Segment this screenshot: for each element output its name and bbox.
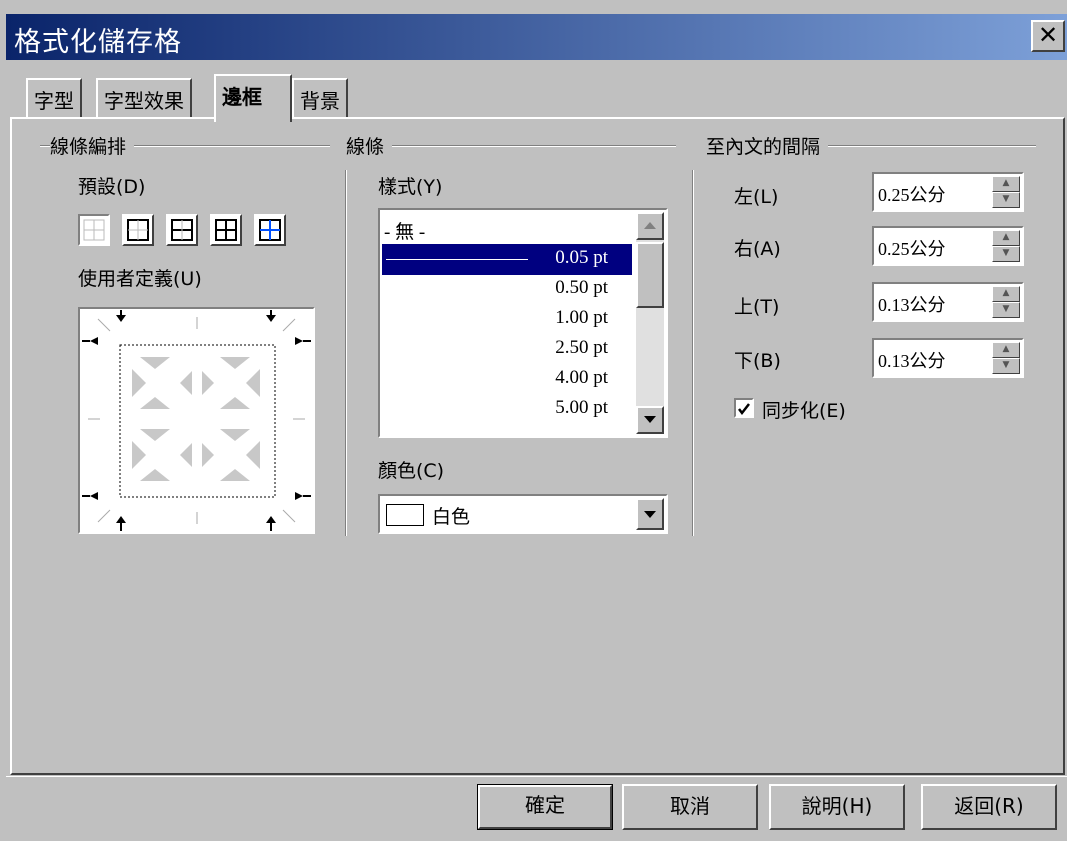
right-decrement[interactable]: ▼ xyxy=(992,246,1020,262)
scroll-up-button[interactable] xyxy=(636,212,664,240)
right-vertical-divider xyxy=(692,170,694,536)
reset-button[interactable]: 返回(R) xyxy=(921,784,1057,830)
line-style-0-05[interactable]: 0.05 pt xyxy=(382,244,632,275)
bottom-spacing-stepper[interactable]: ▲ ▼ xyxy=(992,342,1020,374)
cancel-button[interactable]: 取消 xyxy=(622,784,758,830)
border-preview-canvas xyxy=(82,310,311,531)
scroll-down-icon xyxy=(644,416,656,423)
default-label: 預設(D) xyxy=(78,176,146,198)
line-style-4-00-label: 4.00 pt xyxy=(555,367,608,388)
close-icon: ✕ xyxy=(1037,21,1059,49)
color-swatch xyxy=(386,504,424,526)
tab-font[interactable]: 字型 xyxy=(26,78,82,118)
help-button-label: 說明(H) xyxy=(801,794,873,818)
sync-checkbox[interactable] xyxy=(734,398,754,418)
left-increment[interactable]: ▲ xyxy=(992,176,1020,192)
cancel-button-label: 取消 xyxy=(670,794,710,818)
format-cells-dialog: 格式化儲存格 ✕ 字型 字型效果 邊框 背景 線條編排 預設(D) 使用者定義(… xyxy=(0,0,1067,841)
line-style-5-00-label: 5.00 pt xyxy=(555,397,608,418)
left-label: 左(L) xyxy=(734,186,779,208)
bottom-divider xyxy=(6,776,1067,777)
close-button[interactable]: ✕ xyxy=(1031,20,1065,52)
top-spacing-field[interactable]: 0.13公分 ▲ ▼ xyxy=(872,282,1024,322)
outer-only-inner-icon xyxy=(259,219,281,241)
line-style-4-00[interactable]: 4.00 pt xyxy=(382,364,632,395)
chevron-down-icon xyxy=(644,511,656,518)
scroll-up-icon xyxy=(644,222,656,229)
title-bar[interactable]: 格式化儲存格 ✕ xyxy=(6,14,1067,60)
line-style-none-label: - 無 - xyxy=(384,222,426,243)
line-style-scrollbar[interactable] xyxy=(636,212,664,434)
color-dropdown-button[interactable] xyxy=(636,498,664,530)
top-decrement[interactable]: ▼ xyxy=(992,302,1020,318)
color-label: 顏色(C) xyxy=(378,460,445,482)
spacing-title: 至內文的間隔 xyxy=(706,132,829,159)
checkmark-icon xyxy=(738,403,750,416)
line-style-0-50[interactable]: 0.50 pt xyxy=(382,274,632,305)
border-preview[interactable] xyxy=(78,307,315,534)
color-dropdown[interactable]: 白色 xyxy=(378,494,668,534)
right-spacing-stepper[interactable]: ▲ ▼ xyxy=(992,230,1020,262)
right-increment[interactable]: ▲ xyxy=(992,230,1020,246)
bottom-label: 下(B) xyxy=(734,350,781,372)
bottom-spacing-value[interactable]: 0.13公分 xyxy=(878,347,946,373)
tab-borders-label: 邊框 xyxy=(222,85,262,109)
tab-font-label: 字型 xyxy=(34,89,74,113)
left-decrement[interactable]: ▼ xyxy=(992,192,1020,208)
tab-font-effects[interactable]: 字型效果 xyxy=(96,78,192,118)
line-style-2-50-label: 2.50 pt xyxy=(555,337,608,358)
no-border-icon xyxy=(83,219,105,241)
line-style-2-50[interactable]: 2.50 pt xyxy=(382,334,632,365)
top-spacing-stepper[interactable]: ▲ ▼ xyxy=(992,286,1020,318)
ok-button-label: 確定 xyxy=(525,793,565,817)
help-button[interactable]: 說明(H) xyxy=(769,784,905,830)
top-label: 上(T) xyxy=(734,296,780,318)
tab-borders[interactable]: 邊框 xyxy=(214,74,292,122)
line-style-1-00-label: 1.00 pt xyxy=(555,307,608,328)
tab-background[interactable]: 背景 xyxy=(292,78,348,118)
line-style-5-00[interactable]: 5.00 pt xyxy=(382,394,632,425)
reset-button-label: 返回(R) xyxy=(954,794,1024,818)
line-style-0-05-label: 0.05 pt xyxy=(555,247,608,268)
preset-outer-only-inner[interactable] xyxy=(254,214,286,246)
scroll-down-button[interactable] xyxy=(636,406,664,434)
tab-font-effects-label: 字型效果 xyxy=(104,89,184,113)
bottom-decrement[interactable]: ▼ xyxy=(992,358,1020,374)
sync-label[interactable]: 同步化(E) xyxy=(762,396,846,423)
bottom-spacing-field[interactable]: 0.13公分 ▲ ▼ xyxy=(872,338,1024,378)
line-style-list[interactable]: - 無 - 0.05 pt 0.50 pt 1.00 pt 2.50 pt 4.… xyxy=(378,208,668,438)
ok-button[interactable]: 確定 xyxy=(477,784,613,830)
left-spacing-stepper[interactable]: ▲ ▼ xyxy=(992,176,1020,208)
tab-background-label: 背景 xyxy=(300,89,340,113)
preset-outer-horizontal[interactable] xyxy=(166,214,198,246)
right-spacing-field[interactable]: 0.25公分 ▲ ▼ xyxy=(872,226,1024,266)
preset-outer-border[interactable] xyxy=(122,214,154,246)
left-spacing-value[interactable]: 0.25公分 xyxy=(878,181,946,207)
line-style-1-00[interactable]: 1.00 pt xyxy=(382,304,632,335)
left-vertical-divider xyxy=(345,170,347,536)
line-arrangement-title: 線條編排 xyxy=(50,132,135,159)
outer-border-icon xyxy=(127,219,149,241)
line-title: 線條 xyxy=(346,132,393,159)
line-style-none[interactable]: - 無 - xyxy=(382,214,632,245)
line-divider xyxy=(346,145,676,147)
preset-outer-all-inner[interactable] xyxy=(210,214,242,246)
top-increment[interactable]: ▲ xyxy=(992,286,1020,302)
user-defined-label: 使用者定義(U) xyxy=(78,268,202,290)
bottom-increment[interactable]: ▲ xyxy=(992,342,1020,358)
left-spacing-field[interactable]: 0.25公分 ▲ ▼ xyxy=(872,172,1024,212)
line-sample xyxy=(386,259,528,260)
outer-all-inner-icon xyxy=(215,219,237,241)
right-label: 右(A) xyxy=(734,238,781,260)
line-style-0-50-label: 0.50 pt xyxy=(555,277,608,298)
preset-no-border[interactable] xyxy=(78,214,110,246)
outer-horizontal-icon xyxy=(171,219,193,241)
top-spacing-value[interactable]: 0.13公分 xyxy=(878,291,946,317)
color-value: 白色 xyxy=(432,506,471,528)
style-label: 樣式(Y) xyxy=(378,176,443,198)
window-title: 格式化儲存格 xyxy=(14,27,182,58)
right-spacing-value[interactable]: 0.25公分 xyxy=(878,235,946,261)
scroll-thumb[interactable] xyxy=(636,242,664,308)
